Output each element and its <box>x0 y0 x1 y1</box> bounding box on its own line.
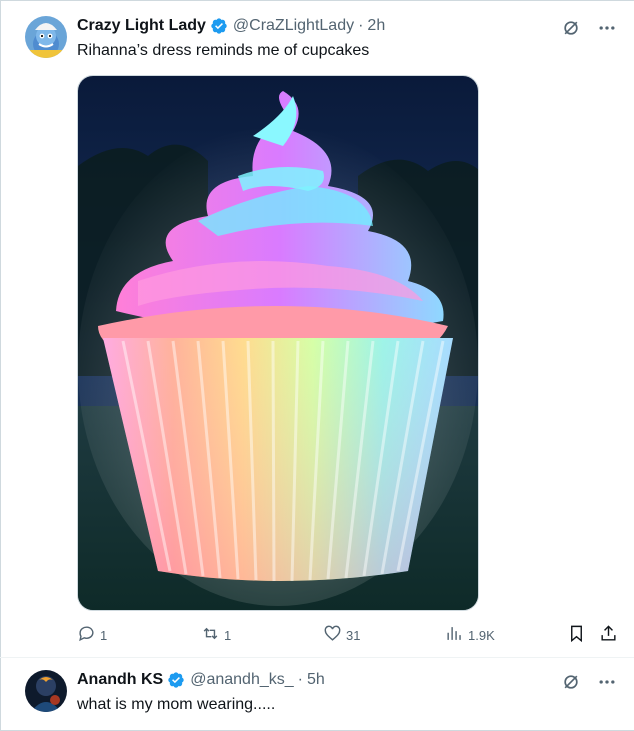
bookmark-button[interactable] <box>567 624 586 646</box>
timestamp[interactable]: 2h <box>367 17 385 35</box>
share-icon <box>599 624 618 646</box>
views-button[interactable]: 1.9K <box>445 624 495 646</box>
author-handle[interactable]: @anandh_ks_ <box>190 671 293 689</box>
reply-button[interactable]: 1 <box>77 624 107 646</box>
timestamp[interactable]: 5h <box>307 671 325 689</box>
author-name[interactable]: Anandh KS <box>77 671 163 689</box>
verified-badge-icon <box>210 17 228 35</box>
reply-icon <box>77 624 96 646</box>
tweet-text: Rihanna’s dress reminds me of cupcakes <box>77 42 370 59</box>
bookmark-icon <box>567 624 586 646</box>
avatar[interactable] <box>25 16 67 58</box>
tweet-header: Anandh KS @anandh_ks_ · 5h <box>77 671 325 689</box>
like-count: 31 <box>346 627 361 643</box>
repost-count: 1 <box>224 627 232 643</box>
views-count: 1.9K <box>468 627 495 643</box>
share-button[interactable] <box>599 624 618 646</box>
more-icon[interactable] <box>596 17 618 39</box>
tweet-top-actions <box>560 17 618 39</box>
separator: · <box>297 671 303 688</box>
separator: · <box>358 17 364 34</box>
more-icon[interactable] <box>596 671 618 693</box>
grok-icon[interactable] <box>560 17 582 39</box>
avatar[interactable] <box>25 670 67 712</box>
like-icon <box>323 624 342 646</box>
tweet-2[interactable]: Anandh KS @anandh_ks_ · 5h what is my mo… <box>0 658 634 731</box>
tweet-text: what is my mom wearing..... <box>77 696 276 713</box>
like-button[interactable]: 31 <box>323 624 360 646</box>
tweet-action-bar: 1 1 31 1.9K <box>77 624 622 646</box>
tweet-header: Crazy Light Lady @CraZLightLady · 2h <box>77 17 385 35</box>
tweet-media-image[interactable] <box>77 75 479 611</box>
grok-icon[interactable] <box>560 671 582 693</box>
repost-button[interactable]: 1 <box>201 624 231 646</box>
author-name[interactable]: Crazy Light Lady <box>77 17 206 35</box>
repost-icon <box>201 624 220 646</box>
author-handle[interactable]: @CraZLightLady <box>233 17 354 35</box>
reply-count: 1 <box>100 627 108 643</box>
tweet-1[interactable]: Crazy Light Lady @CraZLightLady · 2h Rih… <box>0 0 634 658</box>
tweet-top-actions <box>560 671 618 693</box>
views-icon <box>445 624 464 646</box>
verified-badge-icon <box>167 671 185 689</box>
